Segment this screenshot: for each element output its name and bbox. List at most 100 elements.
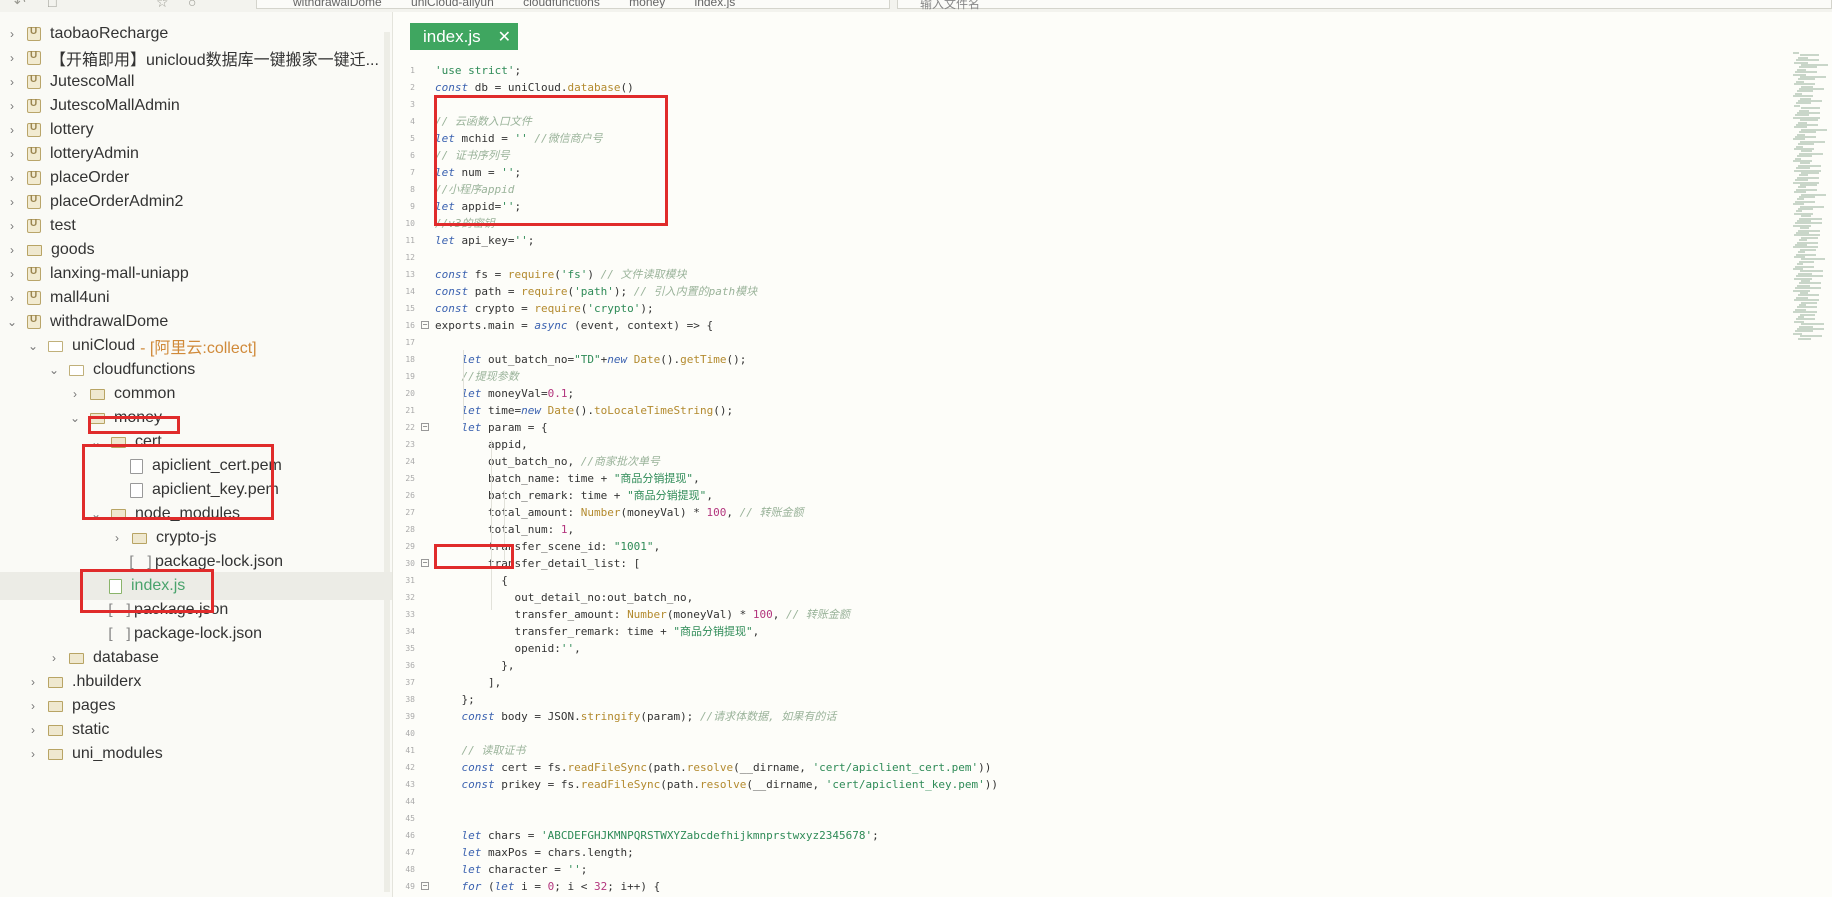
code-line[interactable]: 32 out_detail_no:out_batch_no, (393, 589, 1593, 606)
line-number: 2 (410, 83, 415, 92)
chevron-right-icon[interactable]: › (6, 291, 18, 305)
line-number: 47 (405, 848, 415, 857)
code-line[interactable]: 1 'use strict'; (393, 62, 1593, 79)
chevron-right-icon[interactable]: › (6, 267, 18, 281)
code-line[interactable]: 20 let moneyVal=0.1; (393, 385, 1593, 402)
code-text: transfer_remark: time + "商品分销提现", (435, 625, 760, 638)
code-text: batch_name: time + "商品分销提现", (435, 472, 700, 485)
tree-item[interactable]: › uni_modules (0, 740, 392, 768)
chevron-right-icon[interactable]: › (27, 675, 39, 689)
code-line[interactable]: 19 //提现参数 (393, 368, 1593, 385)
folder-open-icon (69, 364, 84, 376)
minimap[interactable] (1793, 52, 1832, 352)
save-icon[interactable]: □ (48, 0, 56, 10)
line-number: 36 (405, 661, 415, 670)
star-icon[interactable]: ☆ (156, 0, 169, 11)
code-line[interactable]: 41 // 读取证书 (393, 742, 1593, 759)
code-line[interactable]: 49− for (let i = 0; i < 32; i++) { (393, 878, 1593, 895)
code-line[interactable]: 18 let out_batch_no="TD"+new Date().getT… (393, 351, 1593, 368)
breadcrumb-item[interactable]: money (629, 0, 665, 8)
chevron-right-icon[interactable]: › (6, 243, 18, 257)
code-line[interactable]: 28 total_num: 1, (393, 521, 1593, 538)
folder-icon (48, 676, 63, 688)
code-line[interactable]: 44 (393, 793, 1593, 810)
line-number: 35 (405, 644, 415, 653)
fold-toggle-icon[interactable]: − (421, 321, 429, 329)
tab-index-js[interactable]: index.js ✕ (410, 23, 518, 50)
file-search-input[interactable]: 输入文件名 (897, 0, 1832, 11)
code-text: }, (435, 659, 515, 672)
code-line[interactable]: 36 }, (393, 657, 1593, 674)
code-line[interactable]: 46 let chars = 'ABCDEFGHJKMNPQRSTWXYZabc… (393, 827, 1593, 844)
breadcrumb-item[interactable]: uniCloud-aliyun (411, 0, 494, 8)
code-line[interactable]: 38 }; (393, 691, 1593, 708)
code-text: let character = ''; (461, 863, 588, 876)
code-line[interactable]: 22− let param = { (393, 419, 1593, 436)
code-line[interactable]: 25 batch_name: time + "商品分销提现", (393, 470, 1593, 487)
chevron-right-icon[interactable]: › (6, 51, 18, 65)
chevron-right-icon[interactable]: › (6, 219, 18, 233)
chevron-down-icon[interactable]: ⌄ (69, 411, 81, 425)
refresh-icon[interactable]: ○ (188, 0, 196, 10)
fold-toggle-icon[interactable]: − (421, 882, 429, 890)
chevron-down-icon[interactable]: ⌄ (6, 315, 18, 329)
chevron-down-icon[interactable]: ⌄ (48, 363, 60, 377)
breadcrumb-item[interactable]: index.js (695, 0, 736, 8)
code-line[interactable]: 47 let maxPos = chars.length; (393, 844, 1593, 861)
code-line[interactable]: 17 (393, 334, 1593, 351)
code-line[interactable]: 43 const prikey = fs.readFileSync(path.r… (393, 776, 1593, 793)
chevron-right-icon[interactable]: › (111, 531, 123, 545)
chevron-right-icon[interactable]: › (6, 195, 18, 209)
chevron-right-icon[interactable]: › (6, 123, 18, 137)
code-line[interactable]: 45 (393, 810, 1593, 827)
line-number: 48 (405, 865, 415, 874)
code-line[interactable]: 16− exports.main = async (event, context)… (393, 317, 1593, 334)
line-number: 4 (410, 117, 415, 126)
code-line[interactable]: 34 transfer_remark: time + "商品分销提现", (393, 623, 1593, 640)
code-line[interactable]: 39 const body = JSON.stringify(param); /… (393, 708, 1593, 725)
code-text: let out_batch_no="TD"+new Date().getTime… (461, 353, 747, 366)
chevron-down-icon[interactable]: ⌄ (27, 339, 39, 353)
code-line[interactable]: 13 const fs = require('fs') // 文件读取模块 (393, 266, 1593, 283)
chevron-right-icon[interactable]: › (27, 747, 39, 761)
breadcrumb-item[interactable]: cloudfunctions (523, 0, 600, 8)
chevron-right-icon[interactable]: › (27, 723, 39, 737)
code-line[interactable]: 24 out_batch_no, //商家批次单号 (393, 453, 1593, 470)
breadcrumb-item[interactable]: withdrawalDome (293, 0, 382, 8)
code-line[interactable]: 2 const db = uniCloud.database() (393, 79, 1593, 96)
code-line[interactable]: 29 transfer_scene_id: "1001", (393, 538, 1593, 555)
code-text: for (let i = 0; i < 32; i++) { (461, 880, 661, 893)
chevron-right-icon[interactable]: › (6, 171, 18, 185)
chevron-right-icon[interactable]: › (6, 99, 18, 113)
code-line[interactable]: 27 total_amount: Number(moneyVal) * 100,… (393, 504, 1593, 521)
line-number: 16 (405, 321, 415, 330)
chevron-right-icon[interactable]: › (6, 147, 18, 161)
code-line[interactable]: 37 ], (393, 674, 1593, 691)
chevron-right-icon[interactable]: › (27, 699, 39, 713)
code-line[interactable]: 40 (393, 725, 1593, 742)
code-line[interactable]: 30− transfer_detail_list: [ (393, 555, 1593, 572)
code-line[interactable]: 33 transfer_amount: Number(moneyVal) * 1… (393, 606, 1593, 623)
code-line[interactable]: 26 batch_remark: time + "商品分销提现", (393, 487, 1593, 504)
chevron-right-icon[interactable]: › (69, 387, 81, 401)
code-line[interactable]: 48 let character = ''; (393, 861, 1593, 878)
chevron-right-icon[interactable]: › (48, 651, 60, 665)
code-line[interactable]: 35 openid:'', (393, 640, 1593, 657)
code-line[interactable]: 11 let api_key=''; (393, 232, 1593, 249)
code-line[interactable]: 14 const path = require('path'); // 引入内置的… (393, 283, 1593, 300)
code-line[interactable]: 12 (393, 249, 1593, 266)
close-icon[interactable]: ✕ (498, 27, 511, 47)
back-icon[interactable]: ↶ (14, 0, 26, 11)
code-line[interactable]: 15 const crypto = require('crypto'); (393, 300, 1593, 317)
fold-toggle-icon[interactable]: − (421, 559, 429, 567)
code-line[interactable]: 23 appid, (393, 436, 1593, 453)
code-line[interactable]: 42 const cert = fs.readFileSync(path.res… (393, 759, 1593, 776)
highlight-box (434, 544, 514, 569)
code-line[interactable]: 21 let time=new Date().toLocaleTimeStrin… (393, 402, 1593, 419)
project-icon (27, 314, 41, 329)
chevron-right-icon[interactable]: › (6, 75, 18, 89)
fold-toggle-icon[interactable]: − (421, 423, 429, 431)
breadcrumb: withdrawalDome uniCloud-aliyun cloudfunc… (256, 0, 890, 9)
chevron-right-icon[interactable]: › (6, 27, 18, 41)
code-line[interactable]: 31 { (393, 572, 1593, 589)
